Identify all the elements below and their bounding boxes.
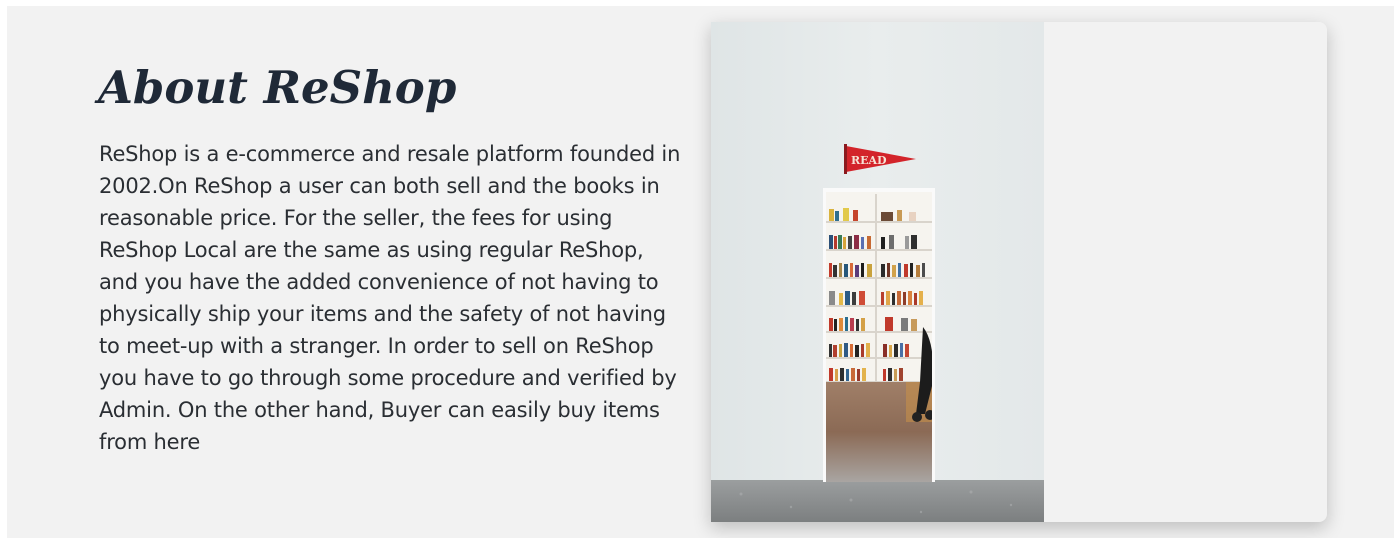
about-section: About ReShop ReShop is a e-commerce and …	[7, 6, 1394, 538]
bookstore-photo: READ	[711, 22, 1044, 522]
pennant-label: READ	[851, 154, 887, 167]
about-description: ReShop is a e-commerce and resale platfo…	[99, 142, 681, 454]
about-image-card: READ	[711, 22, 1327, 522]
about-title: About ReShop	[98, 61, 457, 114]
